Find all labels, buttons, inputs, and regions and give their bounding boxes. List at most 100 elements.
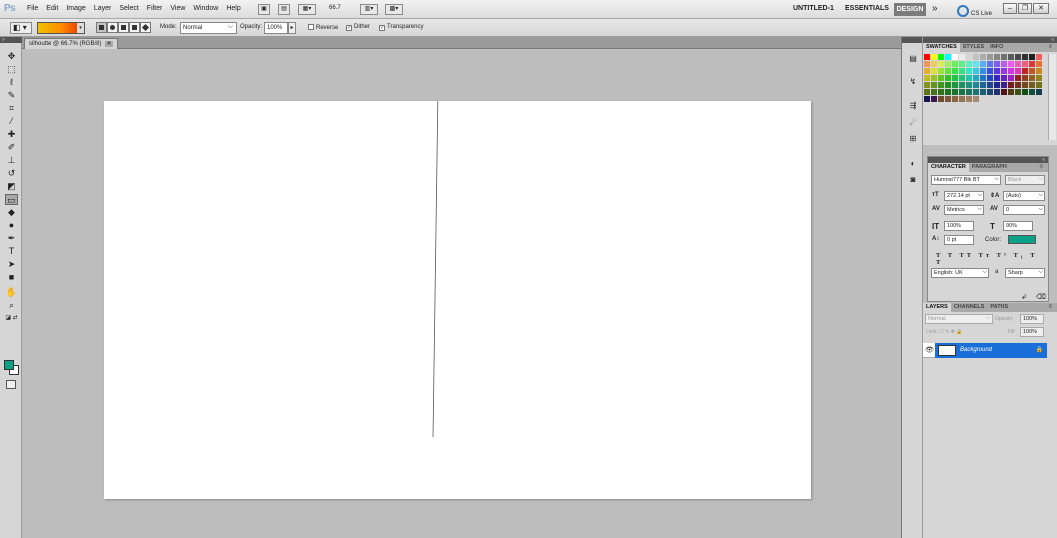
color-swatch[interactable]	[987, 61, 993, 67]
color-swatch[interactable]	[1001, 61, 1007, 67]
tab-character[interactable]: CHARACTER	[928, 163, 969, 172]
color-swatch[interactable]	[1015, 54, 1021, 60]
gradient-tool-icon[interactable]: ▭	[5, 194, 18, 205]
radial-gradient-icon[interactable]	[107, 22, 118, 33]
swap-colors-icon[interactable]: ◪ ⇄	[5, 313, 18, 324]
color-swatch[interactable]	[1022, 54, 1028, 60]
workspace-untitled[interactable]: UNTITLED-1	[793, 5, 834, 12]
color-swatch[interactable]	[987, 75, 993, 81]
color-swatch[interactable]	[1001, 68, 1007, 74]
color-swatch[interactable]	[980, 61, 986, 67]
color-swatch[interactable]	[931, 89, 937, 95]
marquee-tool-icon[interactable]: ⬚	[5, 64, 18, 75]
color-swatch[interactable]	[1022, 89, 1028, 95]
color-swatch[interactable]	[973, 82, 979, 88]
color-swatch[interactable]	[938, 75, 944, 81]
color-swatch[interactable]	[980, 82, 986, 88]
tab-layers[interactable]: LAYERS	[923, 303, 951, 312]
screen-mode-icon[interactable]: ▩▾	[385, 4, 403, 15]
chevron-down-icon[interactable]: ▾	[77, 23, 84, 33]
menu-help[interactable]: Help	[226, 5, 240, 12]
cs-live-button[interactable]: CS Live	[957, 5, 992, 17]
horizontal-scale-input[interactable]: 90%	[1003, 221, 1033, 231]
swatches-scrollbar[interactable]	[1048, 54, 1056, 140]
adjustments-icon[interactable]: ◐	[907, 159, 919, 169]
menu-image[interactable]: Image	[66, 5, 85, 12]
color-swatch[interactable]	[931, 82, 937, 88]
foreground-color-swatch[interactable]	[4, 360, 14, 370]
history-panel-icon[interactable]: ▤	[907, 54, 919, 64]
new-style-icon[interactable]: ↲	[1021, 293, 1027, 301]
shape-tool-icon[interactable]: ■	[5, 272, 18, 283]
color-swatch[interactable]	[952, 61, 958, 67]
color-swatch[interactable]	[1036, 89, 1042, 95]
color-swatch[interactable]	[938, 82, 944, 88]
pen-tool-icon[interactable]: ✒	[5, 233, 18, 244]
view-extras-icon[interactable]: ▦▾	[298, 4, 316, 15]
color-swatch[interactable]	[1029, 68, 1035, 74]
restore-icon[interactable]: ❐	[1018, 3, 1032, 14]
color-swatch[interactable]	[945, 89, 951, 95]
eyedropper-tool-icon[interactable]: ⁄	[5, 116, 18, 127]
masks-icon[interactable]: ◙	[907, 175, 919, 185]
color-swatch[interactable]	[945, 82, 951, 88]
layer-opacity-input[interactable]: 100%	[1020, 314, 1044, 324]
opacity-slider-arrow-icon[interactable]: ▸	[288, 22, 296, 34]
bridge-icon[interactable]: ▣	[258, 4, 270, 15]
color-swatch[interactable]	[1001, 89, 1007, 95]
color-swatch[interactable]	[938, 61, 944, 67]
path-selection-tool-icon[interactable]: ➤	[5, 259, 18, 270]
color-swatch[interactable]	[1001, 54, 1007, 60]
color-swatch[interactable]	[1036, 82, 1042, 88]
quick-selection-tool-icon[interactable]: ✎	[5, 90, 18, 101]
color-swatch[interactable]	[1008, 68, 1014, 74]
color-swatch[interactable]	[1022, 82, 1028, 88]
color-swatch[interactable]	[1022, 61, 1028, 67]
color-swatch[interactable]	[938, 54, 944, 60]
font-size-input[interactable]: 272.14 pt	[944, 191, 984, 201]
history-brush-tool-icon[interactable]: ↺	[5, 168, 18, 179]
kerning-select[interactable]: Metrics	[944, 205, 984, 215]
tab-paths[interactable]: PATHS	[987, 303, 1011, 312]
menu-file[interactable]: File	[27, 5, 38, 12]
color-swatch[interactable]	[1029, 54, 1035, 60]
panel-menu-icon[interactable]: ≡	[1045, 43, 1055, 52]
text-color-swatch[interactable]	[1008, 235, 1036, 244]
document-tab[interactable]: silhoutte @ 66.7% (RGB/8) ✕	[24, 38, 118, 49]
color-swatch[interactable]	[973, 89, 979, 95]
tool-presets-icon[interactable]: ⇶	[907, 101, 919, 111]
color-swatch[interactable]	[938, 96, 944, 102]
panel-menu-icon[interactable]: ≡	[1045, 303, 1055, 312]
color-swatch[interactable]	[973, 75, 979, 81]
quick-mask-icon[interactable]	[6, 380, 16, 389]
color-swatch[interactable]	[945, 61, 951, 67]
color-swatch[interactable]	[931, 68, 937, 74]
color-swatch[interactable]	[959, 89, 965, 95]
color-swatch[interactable]	[938, 89, 944, 95]
leading-input[interactable]: (Auto)	[1003, 191, 1045, 201]
color-swatch[interactable]	[945, 96, 951, 102]
layer-selection[interactable]: Background 🔒	[935, 343, 1047, 358]
swatch-grid[interactable]	[924, 54, 1047, 103]
color-swatch[interactable]	[945, 68, 951, 74]
faux-style-buttons[interactable]: T T TT Tт T¹ T₁ T T	[936, 252, 1048, 266]
color-swatch[interactable]	[1008, 89, 1014, 95]
clone-stamp-tool-icon[interactable]: ⊥	[5, 155, 18, 166]
color-swatch[interactable]	[966, 82, 972, 88]
color-swatch[interactable]	[959, 68, 965, 74]
color-swatch[interactable]	[994, 61, 1000, 67]
color-swatch[interactable]	[994, 89, 1000, 95]
font-style-select[interactable]: Black	[1005, 175, 1045, 185]
color-swatch[interactable]	[959, 82, 965, 88]
color-swatch[interactable]	[959, 61, 965, 67]
color-swatch[interactable]	[952, 89, 958, 95]
actions-panel-icon[interactable]: ↯	[907, 77, 919, 87]
panel-menu-icon[interactable]: ≡	[1036, 163, 1046, 172]
tracking-select[interactable]: 0	[1003, 205, 1045, 215]
color-swatch[interactable]	[924, 89, 930, 95]
tab-swatches[interactable]: SWATCHES	[923, 43, 960, 52]
color-swatch[interactable]	[1029, 82, 1035, 88]
mini-bridge-icon[interactable]: ▤	[278, 4, 290, 15]
canvas-workspace[interactable]	[22, 49, 901, 538]
linear-gradient-icon[interactable]	[96, 22, 107, 33]
